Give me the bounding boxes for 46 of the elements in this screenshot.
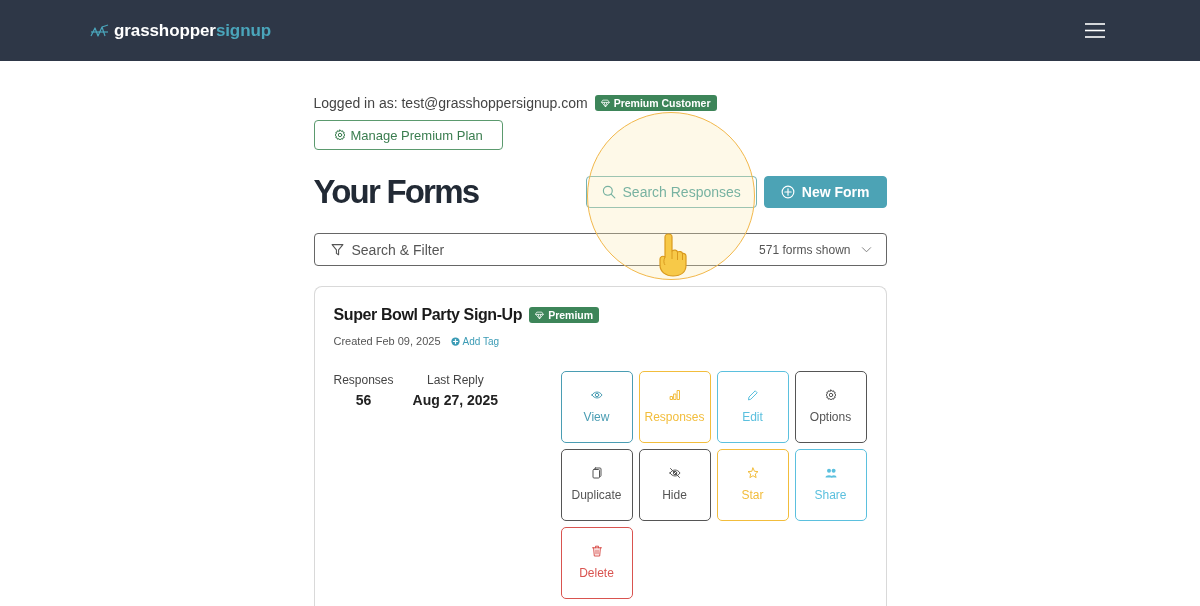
plus-circle-icon	[780, 185, 795, 199]
menu-icon[interactable]	[1085, 23, 1105, 38]
eye-icon	[590, 389, 603, 401]
eye-slash-icon	[668, 467, 681, 479]
gear-icon	[824, 389, 837, 401]
logged-in-text: Logged in as: test@grasshoppersignup.com	[313, 94, 588, 113]
search-icon	[601, 185, 616, 199]
gem-icon	[535, 310, 545, 320]
delete-button[interactable]: Delete	[560, 527, 633, 599]
view-button[interactable]: View	[560, 371, 633, 443]
new-form-button[interactable]: New Form	[763, 176, 887, 208]
logo-text[interactable]: grasshoppersignup	[114, 20, 271, 41]
manage-plan-button[interactable]: Manage Premium Plan	[313, 120, 503, 150]
plus-circle-icon	[450, 336, 460, 346]
gear-icon	[333, 129, 346, 141]
duplicate-button[interactable]: Duplicate	[560, 449, 633, 521]
created-date: Created Feb 09, 2025	[333, 334, 441, 348]
copy-icon	[590, 467, 603, 479]
share-button[interactable]: Share	[794, 449, 867, 521]
badge-label: Premium	[548, 309, 594, 321]
hide-button[interactable]: Hide	[638, 449, 711, 521]
stat-label: Responses	[333, 372, 394, 388]
people-icon	[824, 467, 837, 479]
responses-button[interactable]: Responses	[638, 371, 711, 443]
trash-icon	[590, 545, 603, 557]
pencil-icon	[746, 389, 759, 401]
search-filter-bar[interactable]: Search & Filter 571 forms shown	[313, 233, 887, 266]
stat-value: Aug 27, 2025	[412, 391, 499, 409]
filter-icon	[330, 243, 344, 256]
form-title: Super Bowl Party Sign-Up	[333, 305, 523, 325]
star-button[interactable]: Star	[716, 449, 789, 521]
options-button[interactable]: Options	[794, 371, 867, 443]
stat-value: 56	[355, 391, 372, 409]
bar-chart-icon	[668, 389, 681, 401]
add-tag-link[interactable]: Add Tag	[450, 335, 500, 347]
stat-label: Last Reply	[427, 372, 484, 388]
grasshopper-icon	[90, 23, 109, 38]
search-responses-button[interactable]: Search Responses	[585, 176, 757, 208]
badge-label: Premium Customer	[613, 97, 711, 109]
chevron-down-icon	[860, 244, 872, 255]
edit-button[interactable]: Edit	[716, 371, 789, 443]
search-filter-input[interactable]: Search & Filter	[351, 241, 752, 258]
page-heading: Your Forms	[313, 172, 479, 212]
star-icon	[746, 467, 759, 479]
forms-count: 571 forms shown	[759, 242, 851, 257]
gem-icon	[600, 98, 610, 108]
